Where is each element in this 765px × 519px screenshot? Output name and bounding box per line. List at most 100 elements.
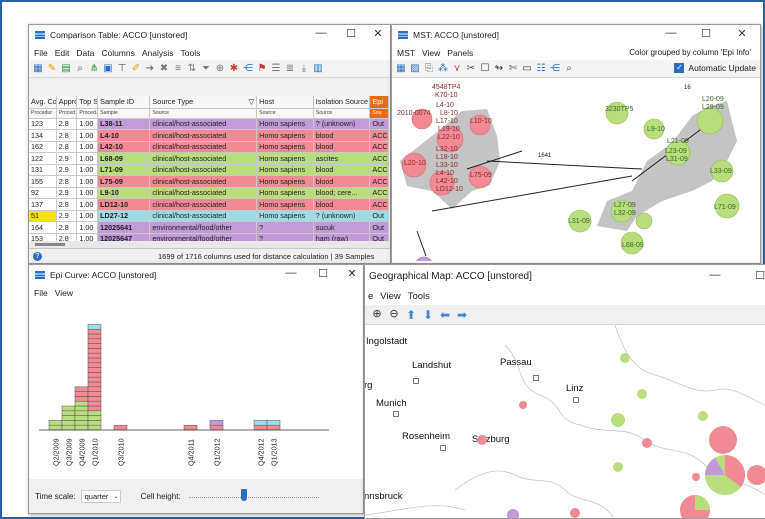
lock-icon[interactable]: ⊕ (214, 63, 226, 75)
info-icon[interactable]: ? (33, 251, 42, 261)
zoom-icon[interactable]: ⌕ (563, 63, 575, 75)
table-cell[interactable]: 122 (29, 152, 57, 165)
epi-window-titlebar[interactable]: Epi Curve: ACCO [unstored] — ☐ ✕ (29, 265, 363, 285)
epi-case-cell[interactable] (87, 338, 102, 344)
epi-case-cell[interactable] (61, 405, 76, 412)
close-icon[interactable]: ✕ (338, 267, 363, 280)
menu-tools[interactable]: Tools (181, 48, 201, 58)
epi-case-cell[interactable] (74, 386, 89, 392)
menu-analysis[interactable]: Analysis (142, 48, 174, 58)
epi-case-cell[interactable] (74, 391, 89, 397)
table-cell[interactable]: 2.8 (56, 141, 78, 153)
menu-file-partial[interactable]: e (368, 291, 373, 302)
table-cell[interactable]: LD27-12 (97, 210, 151, 222)
minimize-icon[interactable]: — (657, 27, 685, 39)
epi-case-cell[interactable] (74, 424, 89, 431)
box-icon[interactable]: ☐ (479, 63, 491, 75)
table-cell[interactable]: L68-09 (97, 152, 151, 165)
epi-case-cell[interactable] (87, 410, 102, 416)
tree-icon[interactable]: ⋔ (88, 63, 100, 75)
table-cell[interactable]: ? (unknown) (313, 210, 371, 222)
map-case-marker[interactable] (519, 401, 527, 409)
epi-case-cell[interactable] (87, 381, 102, 388)
menu-panels[interactable]: Panels (447, 48, 473, 58)
epi-case-cell[interactable] (113, 424, 128, 431)
table-cell[interactable]: L42-10 (97, 141, 151, 153)
table-cell[interactable]: 2.8 (56, 198, 78, 211)
table-row[interactable]: 123 2.8 1.00 L38-11 clinical/host-associated… (29, 118, 389, 130)
menu-file[interactable]: File (34, 288, 48, 298)
table-cell[interactable]: Homo sapiens (256, 175, 314, 188)
table-cell[interactable]: 1.00 (76, 187, 99, 199)
minimize-icon[interactable]: — (277, 267, 305, 279)
table-cell[interactable]: ? (unknown) (313, 118, 371, 130)
table-cell[interactable]: Homo sapiens (256, 141, 314, 153)
table-cell[interactable]: 2.8 (56, 175, 78, 188)
table-cell[interactable]: ACC (369, 187, 389, 199)
sort-icon[interactable]: ⇅ (186, 63, 198, 75)
table-cell[interactable]: 1.00 (76, 210, 99, 222)
table-cell[interactable]: 123 (29, 118, 57, 130)
table-cell[interactable]: Homo sapiens (256, 164, 314, 176)
table-cell[interactable]: ascites (313, 152, 371, 165)
table-cell[interactable]: sucuk (313, 221, 371, 234)
filter-icon[interactable]: ⊤ (116, 63, 128, 75)
table-cell[interactable]: 131 (29, 164, 57, 176)
align-icon[interactable]: ≣ (284, 63, 296, 75)
epi-case-cell[interactable] (87, 420, 102, 426)
map-case-marker[interactable] (507, 509, 519, 519)
map-case-marker[interactable] (611, 413, 625, 427)
time-scale-select[interactable]: quarter ⌄ (80, 489, 121, 503)
layout-icon[interactable]: ☷ (535, 63, 547, 75)
epi-case-cell[interactable] (87, 396, 102, 402)
table-cell[interactable]: clinical/host-associated (149, 141, 258, 153)
menu-view[interactable]: View (380, 291, 400, 302)
map-window-titlebar[interactable]: Geographical Map: ACCO [unstored] — ☐ (365, 265, 765, 287)
table-cell[interactable]: Homo sapiens (256, 152, 314, 165)
filter-icon[interactable]: ▽ (249, 97, 255, 106)
epi-case-cell[interactable] (266, 424, 281, 431)
pan-right-icon[interactable]: ➡ (456, 309, 468, 321)
maximize-icon[interactable]: ☐ (746, 269, 765, 282)
table-cell[interactable]: Homo sapiens (256, 187, 314, 199)
pan-up-icon[interactable]: ⬆ (405, 309, 417, 321)
epi-case-cell[interactable] (87, 405, 102, 412)
table-cell[interactable]: ACC (369, 164, 389, 176)
table-cell[interactable]: blood (313, 198, 371, 211)
ruler-icon[interactable]: ▭ (521, 63, 533, 75)
column-header[interactable]: Top Sc (76, 96, 99, 109)
epi-case-cell[interactable] (209, 424, 224, 431)
epi-case-cell[interactable] (61, 424, 76, 431)
link-icon[interactable]: ↬ (493, 63, 505, 75)
table-cell[interactable]: 134 (29, 129, 57, 142)
map-case-marker[interactable] (747, 465, 765, 485)
branch-icon[interactable]: ⋎ (451, 63, 463, 75)
table-cell[interactable]: 2.8 (56, 129, 78, 142)
table-cell[interactable]: blood (313, 129, 371, 142)
map-case-marker[interactable] (698, 411, 708, 421)
table-cell[interactable]: ACC (369, 141, 389, 153)
epi-case-cell[interactable] (87, 348, 102, 354)
epi-case-cell[interactable] (87, 357, 102, 364)
map-case-marker[interactable] (477, 435, 487, 445)
automatic-update-checkbox[interactable]: ✓ Automatic Update (674, 63, 756, 73)
table-row[interactable]: 164 2.8 1.00 12025641 environmental/food/oth… (29, 221, 389, 234)
table-cell[interactable]: clinical/host-associated (149, 175, 258, 188)
table-cell[interactable]: 2.9 (56, 210, 78, 222)
scissors-icon[interactable]: ✄ (507, 63, 519, 75)
table-cell[interactable]: Homo sapiens (256, 210, 314, 222)
column-header[interactable]: Avg. Co (29, 96, 57, 109)
map-canvas[interactable]: Ingolstadt Landshut Passau Linz rg Munic… (365, 325, 765, 519)
epi-case-cell[interactable] (48, 424, 63, 431)
table-cell[interactable]: ACC (369, 152, 389, 165)
funnel-icon[interactable]: ⏷ (200, 63, 212, 75)
epi-case-cell[interactable] (87, 391, 102, 397)
menu-file[interactable]: File (34, 48, 48, 58)
table-cell[interactable]: 137 (29, 198, 57, 211)
table-cell[interactable]: 162 (29, 141, 57, 153)
pan-down-icon[interactable]: ⬇ (422, 309, 434, 321)
minimize-icon[interactable]: — (307, 27, 335, 39)
arrow-icon[interactable]: ➜ (144, 63, 156, 75)
table-row[interactable]: 92 2.9 1.00 L9-10 clinical/host-associated Ho… (29, 187, 389, 199)
close-icon[interactable]: ✕ (728, 27, 756, 40)
